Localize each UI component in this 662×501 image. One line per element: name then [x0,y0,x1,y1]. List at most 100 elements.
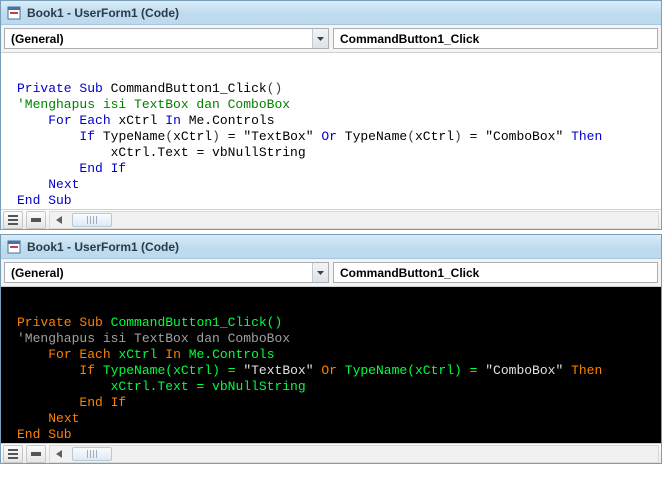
code-token: ) [454,363,462,378]
chevron-down-icon [312,29,328,48]
scroll-left-icon[interactable] [50,446,68,462]
code-token: = [462,129,485,144]
code-token: = [189,145,212,160]
code-token: End If [79,395,126,410]
code-token: If [79,363,95,378]
code-token: Private Sub [17,315,103,330]
full-module-view-button[interactable] [3,211,23,229]
code-token [17,379,111,394]
code-token: xCtrl.Text [111,145,189,160]
window-title: Book1 - UserForm1 (Code) [27,240,179,254]
scroll-thumb[interactable] [72,213,112,227]
scroll-thumb[interactable] [72,447,112,461]
code-token: xCtrl [118,113,157,128]
code-token: xCtrl [173,129,212,144]
code-token: "ComboBox" [485,363,563,378]
code-token [337,363,345,378]
titlebar[interactable]: Book1 - UserForm1 (Code) [1,1,661,25]
code-token: vbNullString [212,145,306,160]
bottom-strip [1,443,661,463]
code-token: () [267,81,283,96]
code-token: Or [321,129,337,144]
titlebar[interactable]: Book1 - UserForm1 (Code) [1,235,661,259]
code-token: Me.Controls [189,113,275,128]
vba-form-icon [7,6,21,20]
scroll-left-icon[interactable] [50,212,68,228]
code-token: 'Menghapus isi TextBox dan ComboBox [17,97,290,112]
code-token: = [220,129,243,144]
code-token: Then [571,129,602,144]
code-token: TypeName [345,363,407,378]
dropdown-row: (General) CommandButton1_Click [1,25,661,53]
code-token: Next [48,411,79,426]
code-token: ( [407,363,415,378]
horizontal-scrollbar[interactable] [49,211,659,229]
code-token: End If [79,161,126,176]
code-token: () [267,315,283,330]
code-token [17,347,48,362]
code-token: TypeName [103,363,165,378]
code-token: Or [321,363,337,378]
code-token: = [220,363,243,378]
vba-form-icon [7,240,21,254]
code-token [103,315,111,330]
procedure-dropdown[interactable]: CommandButton1_Click [333,28,658,49]
procedure-view-button[interactable] [26,211,46,229]
code-token [17,145,111,160]
code-token: ) [454,129,462,144]
code-token: For Each [48,347,110,362]
code-token [103,81,111,96]
horizontal-scrollbar[interactable] [49,445,659,463]
code-token [181,347,189,362]
code-token: CommandButton1_Click [111,81,267,96]
procedure-dropdown-value: CommandButton1_Click [340,266,653,280]
object-dropdown[interactable]: (General) [4,262,329,283]
code-token: ( [165,363,173,378]
code-token: In [165,347,181,362]
code-token: = [189,379,212,394]
object-dropdown-value: (General) [11,266,312,280]
chevron-down-icon [312,263,328,282]
code-token: End Sub [17,193,72,208]
code-token: Private Sub [17,81,103,96]
code-token [95,363,103,378]
full-module-view-button[interactable] [3,445,23,463]
code-token: For Each [48,113,110,128]
code-token [563,363,571,378]
code-token: 'Menghapus isi TextBox dan ComboBox [17,331,290,346]
code-token: "TextBox" [243,129,313,144]
code-token: ( [407,129,415,144]
code-token [17,411,48,426]
code-token: "ComboBox" [485,129,563,144]
code-token [17,363,79,378]
procedure-dropdown-value: CommandButton1_Click [340,32,653,46]
code-token: End Sub [17,427,72,442]
code-token: In [165,113,181,128]
code-token: Next [48,177,79,192]
object-dropdown-value: (General) [11,32,312,46]
code-editor[interactable]: Private Sub CommandButton1_Click() 'Meng… [1,53,661,209]
code-editor[interactable]: Private Sub CommandButton1_Click() 'Meng… [1,287,661,443]
code-token: TypeName [345,129,407,144]
code-token: = [462,363,485,378]
bottom-strip [1,209,661,229]
code-token [17,177,48,192]
code-window-dark: Book1 - UserForm1 (Code) (General) Comma… [0,234,662,464]
code-token [17,113,48,128]
code-token [181,113,189,128]
procedure-view-button[interactable] [26,445,46,463]
code-token: CommandButton1_Click [111,315,267,330]
dropdown-row: (General) CommandButton1_Click [1,259,661,287]
code-token [95,129,103,144]
code-window-light: Book1 - UserForm1 (Code) (General) Comma… [0,0,662,230]
window-title: Book1 - UserForm1 (Code) [27,6,179,20]
code-token [17,161,79,176]
code-token: xCtrl [415,363,454,378]
procedure-dropdown[interactable]: CommandButton1_Click [333,262,658,283]
code-token: ) [212,363,220,378]
code-token: xCtrl [173,363,212,378]
object-dropdown[interactable]: (General) [4,28,329,49]
code-token [563,129,571,144]
code-token [17,395,79,410]
code-token [17,129,79,144]
